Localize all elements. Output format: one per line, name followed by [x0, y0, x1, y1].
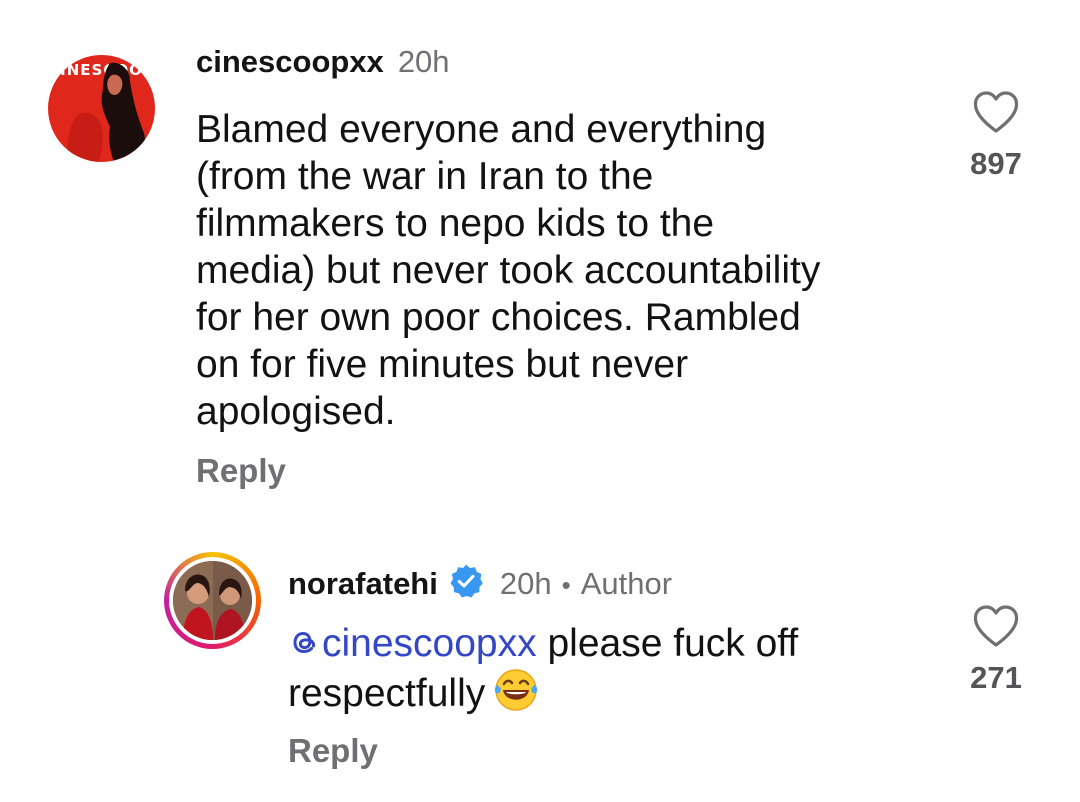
- avatar-photo: [173, 561, 252, 640]
- like-group: 271: [956, 604, 1036, 696]
- separator-dot: •: [561, 570, 571, 600]
- username[interactable]: norafatehi: [288, 566, 438, 602]
- reply-text-line1: please fuck off: [547, 622, 799, 665]
- threads-mention-icon: [293, 631, 316, 653]
- avatar-story-ring[interactable]: [164, 552, 261, 649]
- author-label: Author: [580, 566, 673, 601]
- reply-header: norafatehi 20h • Author: [288, 558, 672, 602]
- mention-link[interactable]: cinescoopxx: [288, 622, 537, 665]
- laughing-tears-emoji-icon: [493, 667, 539, 724]
- reply-text-line2: respectfully: [288, 671, 486, 715]
- timestamp: 20h: [499, 566, 552, 601]
- avatar: [173, 561, 252, 640]
- like-count: 271: [970, 660, 1022, 695]
- verified-badge-icon: [448, 563, 484, 604]
- reply-text: cinescoopxx please fuck off respectfully: [288, 620, 928, 724]
- reply-norafatehi: norafatehi 20h • Author cinescoopxx plea…: [0, 0, 1080, 802]
- mention-username: cinescoopxx: [322, 622, 537, 665]
- reply-button[interactable]: Reply: [288, 732, 378, 770]
- heart-icon[interactable]: [972, 604, 1020, 648]
